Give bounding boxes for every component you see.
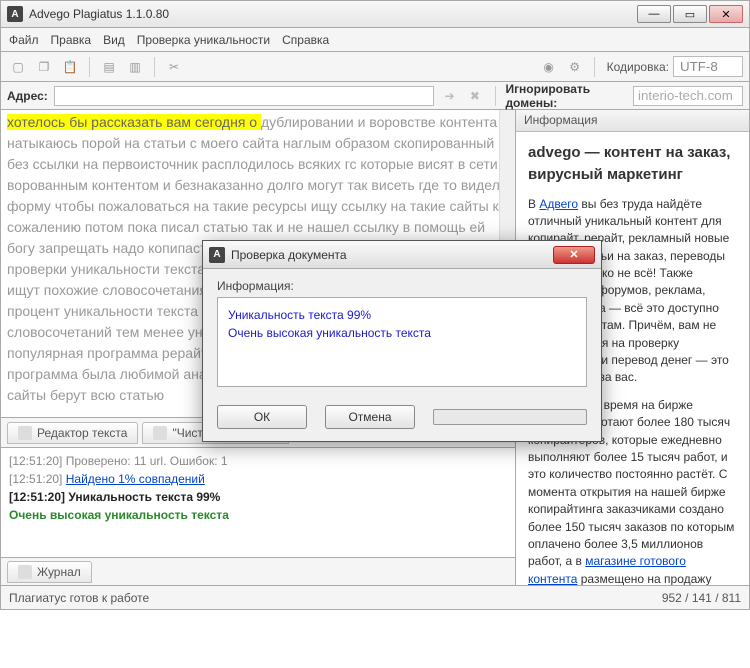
globe-icon[interactable]: ◉: [538, 56, 560, 78]
menu-check[interactable]: Проверка уникальности: [137, 33, 270, 47]
dialog-line-uniqueness: Уникальность текста 99%: [228, 306, 576, 324]
dialog-group-label: Информация:: [217, 279, 587, 293]
dialog-info-box: Уникальность текста 99% Очень высокая ун…: [217, 297, 587, 387]
app-icon: A: [209, 247, 225, 263]
info-title: advego — контент на заказ, вирусный марк…: [528, 142, 737, 186]
dialog-body: Информация: Уникальность текста 99% Очен…: [203, 269, 601, 397]
log-time: [12:51:20]: [9, 472, 62, 486]
log-time: [12:51:20]: [9, 490, 65, 504]
check-dialog: A Проверка документа ✕ Информация: Уника…: [202, 240, 602, 442]
window-title: Advego Plagiatus 1.1.0.80: [29, 7, 637, 21]
dialog-titlebar: A Проверка документа ✕: [203, 241, 601, 269]
cut-icon[interactable]: ✂: [163, 56, 185, 78]
status-bar: Плагиатус готов к работе 952 / 141 / 811: [0, 586, 750, 610]
journal-icon: [18, 565, 32, 579]
toolbar: ▢ ❐ 📋 ▤ ▥ ✂ ◉ ⚙ Кодировка:: [0, 52, 750, 82]
tab-journal-label: Журнал: [37, 565, 81, 579]
dialog-buttons: ОК Отмена: [203, 397, 601, 441]
highlighted-text: хотелось бы рассказать вам сегодня о: [7, 114, 261, 130]
menu-edit[interactable]: Правка: [51, 33, 92, 47]
separator: [594, 57, 595, 77]
encoding-select[interactable]: [673, 56, 743, 77]
separator: [495, 86, 496, 106]
menu-help[interactable]: Справка: [282, 33, 329, 47]
log-time: [12:51:20]: [9, 454, 62, 468]
log-link-matches[interactable]: Найдено 1% совпадений: [66, 472, 205, 486]
ignore-domains-input[interactable]: [633, 86, 743, 106]
new-icon[interactable]: ▢: [7, 56, 29, 78]
doc-icon: [153, 426, 167, 440]
doc-icon: [18, 426, 32, 440]
log-quality: Очень высокая уникальность текста: [9, 506, 507, 524]
ignore-domains-label: Игнорировать домены:: [505, 82, 627, 110]
menubar: Файл Правка Вид Проверка уникальности Сп…: [0, 28, 750, 52]
dialog-close-button[interactable]: ✕: [553, 246, 595, 264]
status-counts: 952 / 141 / 811: [662, 591, 741, 605]
progress-bar: [433, 409, 587, 425]
address-bar: Адрес: ➔ ✖ Игнорировать домены:: [0, 82, 750, 110]
window-titlebar: A Advego Plagiatus 1.1.0.80 — ▭ ✕: [0, 0, 750, 28]
link-advego[interactable]: Адвего: [539, 197, 578, 211]
menu-view[interactable]: Вид: [103, 33, 125, 47]
info-panel-header: Информация: [516, 110, 749, 132]
address-label: Адрес:: [7, 89, 48, 103]
dialog-title: Проверка документа: [231, 248, 553, 262]
info-text: В: [528, 197, 539, 211]
tab-journal[interactable]: Журнал: [7, 561, 92, 583]
tab-editor[interactable]: Редактор текста: [7, 422, 138, 444]
status-text: Плагиатус готов к работе: [9, 591, 149, 605]
address-input[interactable]: [54, 86, 434, 106]
go-icon[interactable]: ➔: [440, 85, 459, 107]
tab-editor-label: Редактор текста: [37, 426, 127, 440]
doc-icon[interactable]: ▤: [98, 56, 120, 78]
log-text: Проверено: 11 url. Ошибок: 1: [66, 454, 228, 468]
cancel-button[interactable]: Отмена: [325, 405, 415, 429]
copy-icon[interactable]: ❐: [33, 56, 55, 78]
minimize-button[interactable]: —: [637, 5, 671, 23]
cancel-icon[interactable]: ✖: [465, 85, 484, 107]
paste-icon[interactable]: 📋: [59, 56, 81, 78]
dialog-line-quality: Очень высокая уникальность текста: [228, 324, 576, 342]
doc2-icon[interactable]: ▥: [124, 56, 146, 78]
encoding-label: Кодировка:: [607, 60, 669, 74]
app-icon: A: [7, 6, 23, 22]
separator: [154, 57, 155, 77]
maximize-button[interactable]: ▭: [673, 5, 707, 23]
separator: [89, 57, 90, 77]
menu-file[interactable]: Файл: [9, 33, 39, 47]
close-button[interactable]: ✕: [709, 5, 743, 23]
ok-button[interactable]: ОК: [217, 405, 307, 429]
log-uniqueness: Уникальность текста 99%: [68, 490, 220, 504]
gear-icon[interactable]: ⚙: [564, 56, 586, 78]
log-panel: [12:51:20] Проверено: 11 url. Ошибок: 1 …: [1, 447, 515, 557]
log-tabs: Журнал: [1, 557, 515, 585]
